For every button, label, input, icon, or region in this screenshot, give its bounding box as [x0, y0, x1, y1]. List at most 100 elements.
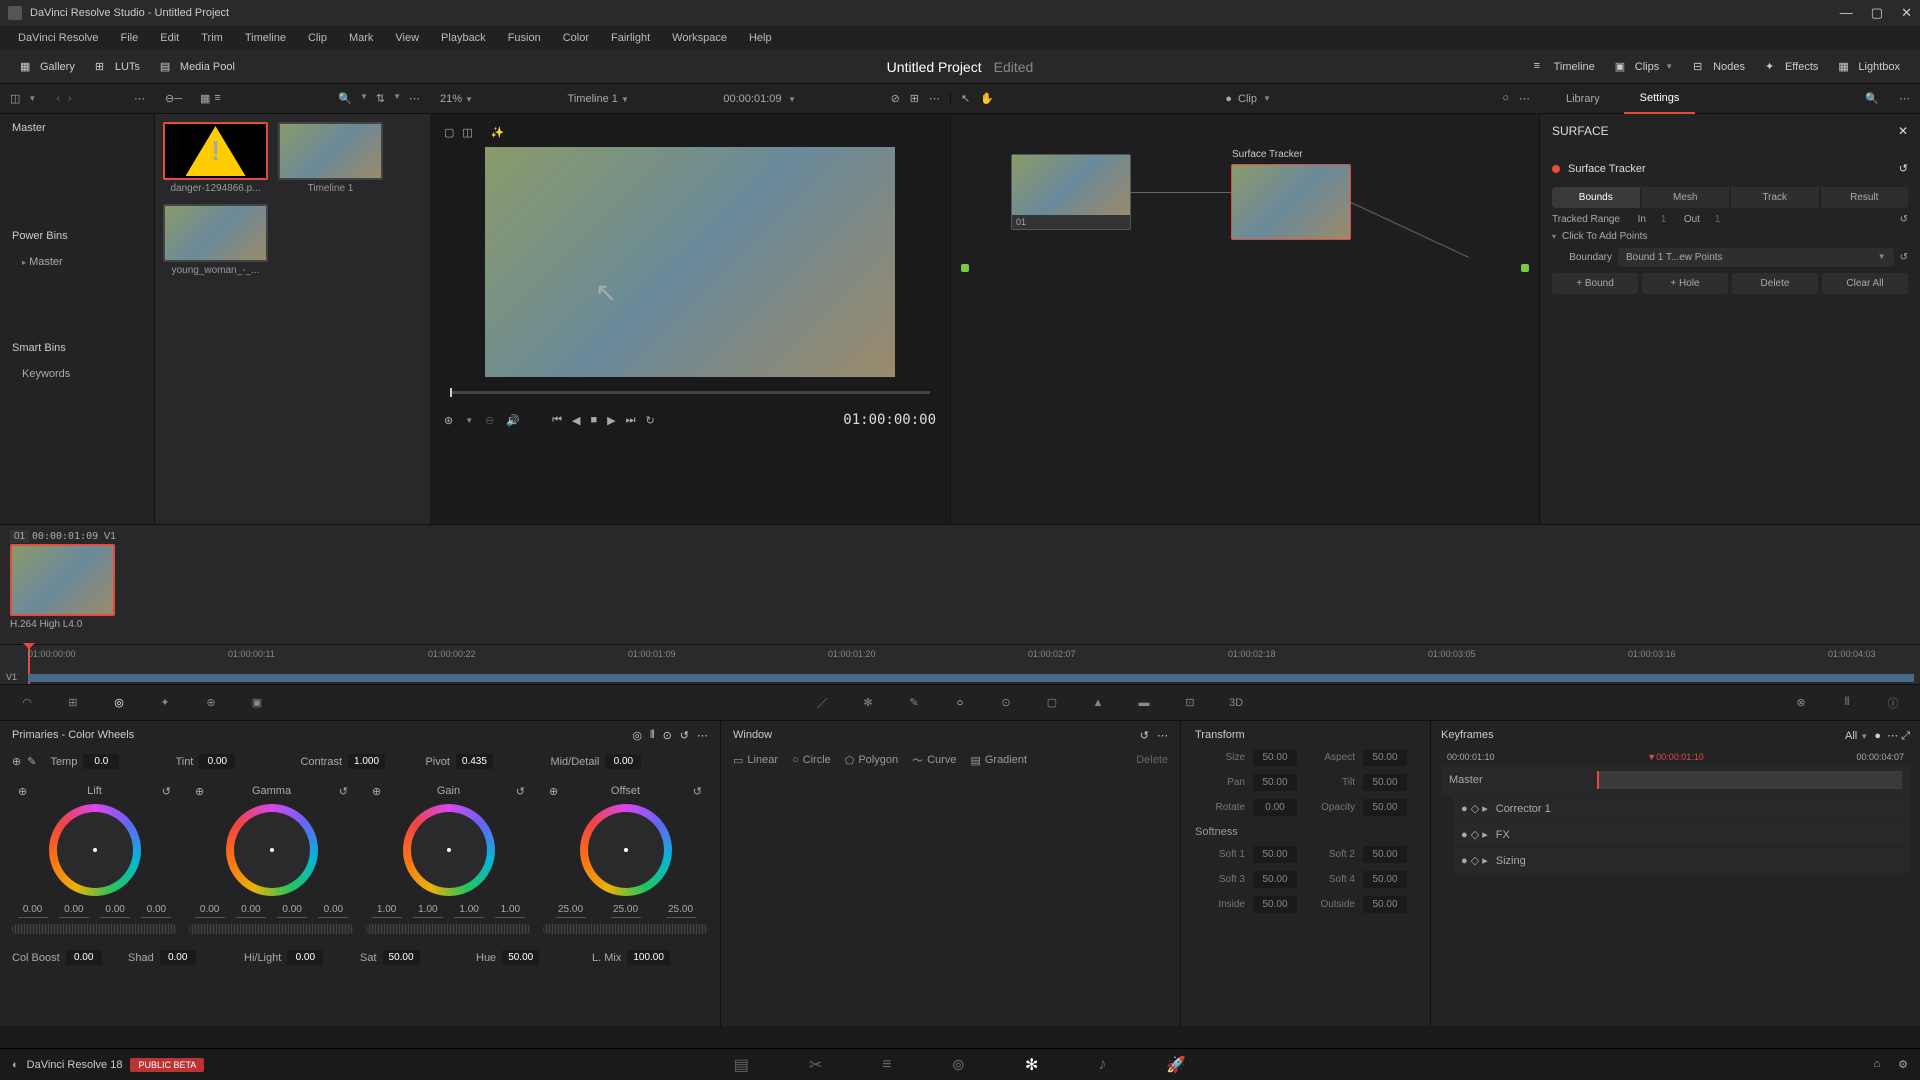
wheel-val[interactable]: 0.00: [141, 904, 171, 918]
warper-icon[interactable]: ✻: [857, 692, 879, 714]
play-icon[interactable]: ▶: [607, 414, 615, 427]
video-track[interactable]: [28, 674, 1914, 682]
color-page[interactable]: ✻: [1025, 1055, 1038, 1075]
soft 3-input[interactable]: 50.00: [1253, 871, 1297, 888]
close-icon[interactable]: ✕: [1898, 124, 1908, 138]
tint-input[interactable]: 0.00: [199, 754, 235, 769]
rotate-input[interactable]: 0.00: [1253, 799, 1297, 816]
reset-icon[interactable]: ↺: [1899, 162, 1908, 175]
nav-back-icon[interactable]: ‹: [56, 93, 60, 105]
menu-fusion[interactable]: Fusion: [498, 29, 551, 47]
reset-icon[interactable]: ↺: [339, 785, 348, 798]
reset-icon[interactable]: ↺: [1900, 214, 1908, 225]
pill-result[interactable]: Result: [1821, 187, 1909, 208]
aspect-input[interactable]: 50.00: [1363, 749, 1407, 766]
inside-input[interactable]: 50.00: [1253, 896, 1297, 913]
wheel-val[interactable]: 1.00: [413, 904, 443, 918]
offset-jog[interactable]: [543, 924, 708, 934]
media-page[interactable]: ▤: [734, 1055, 749, 1075]
info-icon[interactable]: ⓘ: [1882, 692, 1904, 714]
settings-icon[interactable]: ⚙: [1898, 1058, 1908, 1071]
yrgb-icon[interactable]: ⊕: [549, 785, 558, 798]
vectors-icon[interactable]: ⊕: [200, 692, 222, 714]
input-handle[interactable]: [961, 264, 969, 272]
more-icon[interactable]: ⋯: [1157, 729, 1168, 742]
wheel-val[interactable]: 1.00: [495, 904, 525, 918]
kf-sizing[interactable]: ● ◇ ▸Sizing: [1453, 848, 1910, 873]
node-surface-tracker[interactable]: Surface Tracker: [1231, 164, 1351, 240]
edit-page[interactable]: ≡: [882, 1056, 891, 1074]
reset-icon[interactable]: ↺: [680, 729, 689, 742]
menu-help[interactable]: Help: [739, 29, 782, 47]
shape-circle[interactable]: ○Circle: [792, 754, 831, 766]
menu-playback[interactable]: Playback: [431, 29, 496, 47]
log-mode-icon[interactable]: ⊙: [663, 729, 672, 742]
menu-trim[interactable]: Trim: [191, 29, 233, 47]
menu-view[interactable]: View: [385, 29, 429, 47]
temp-input[interactable]: 0.0: [83, 754, 119, 769]
menu-color[interactable]: Color: [553, 29, 599, 47]
yrgb-icon[interactable]: ⊕: [195, 785, 204, 798]
soft 1-input[interactable]: 50.00: [1253, 846, 1297, 863]
colboost-input[interactable]: 0.00: [66, 950, 102, 965]
menu-workspace[interactable]: Workspace: [662, 29, 737, 47]
reset-icon[interactable]: ↺: [1900, 252, 1908, 263]
fx-icon[interactable]: ⊛: [444, 414, 453, 427]
kf-all[interactable]: All: [1845, 730, 1857, 742]
scope-icon[interactable]: ⊗: [1790, 692, 1812, 714]
reset-icon[interactable]: ↺: [162, 785, 171, 798]
gain-wheel[interactable]: [403, 804, 495, 896]
3d-icon[interactable]: 3D: [1225, 692, 1247, 714]
wheel-val[interactable]: 0.00: [318, 904, 348, 918]
kf-fx[interactable]: ● ◇ ▸FX: [1453, 822, 1910, 847]
boundary-select[interactable]: Bound 1 T...ew Points▼: [1618, 248, 1894, 267]
wheel-val[interactable]: 25.00: [556, 904, 586, 918]
first-frame-icon[interactable]: ⏮: [552, 414, 562, 427]
smart-bins-hdr[interactable]: Smart Bins: [0, 334, 154, 362]
sat-input[interactable]: 50.00: [383, 950, 420, 965]
viewer-opt-icon[interactable]: ▢: [444, 126, 454, 139]
blur-icon[interactable]: ▲: [1087, 692, 1109, 714]
wheel-val[interactable]: 25.00: [611, 904, 641, 918]
yrgb-icon[interactable]: ⊕: [372, 785, 381, 798]
more-icon[interactable]: ⋯: [134, 92, 145, 105]
soft 4-input[interactable]: 50.00: [1363, 871, 1407, 888]
node-graph[interactable]: 01 Surface Tracker: [950, 114, 1540, 524]
gamma-wheel[interactable]: [226, 804, 318, 896]
grid-icon[interactable]: ▦: [200, 92, 210, 105]
hue-input[interactable]: 50.00: [502, 950, 539, 965]
last-frame-icon[interactable]: ⏭: [626, 414, 636, 427]
wheel-val[interactable]: 1.00: [372, 904, 402, 918]
menu-edit[interactable]: Edit: [150, 29, 189, 47]
pill-mesh[interactable]: Mesh: [1642, 187, 1730, 208]
timeline-select[interactable]: Timeline 1: [568, 93, 618, 105]
yrgb-icon[interactable]: ⊕: [18, 785, 27, 798]
delete-shape[interactable]: Delete: [1136, 754, 1168, 766]
nav-fwd-icon[interactable]: ›: [68, 93, 72, 105]
menu-timeline[interactable]: Timeline: [235, 29, 296, 47]
hilight-input[interactable]: 0.00: [287, 950, 323, 965]
close-button[interactable]: ✕: [1901, 5, 1912, 21]
pill-track[interactable]: Track: [1731, 187, 1819, 208]
kf-master[interactable]: Master: [1441, 765, 1910, 795]
reset-icon[interactable]: ↺: [516, 785, 525, 798]
viewer-magic-icon[interactable]: ✨: [491, 126, 505, 139]
size-input[interactable]: 50.00: [1253, 749, 1297, 766]
stop-icon[interactable]: ■: [590, 414, 597, 426]
luts-button[interactable]: ⊞LUTs: [85, 55, 150, 79]
mediapool-button[interactable]: ▤Media Pool: [150, 55, 245, 79]
home-icon[interactable]: ⌂: [1873, 1058, 1880, 1071]
click-points-section[interactable]: Click To Add Points: [1562, 231, 1647, 242]
sizing-icon[interactable]: ⊡: [1179, 692, 1201, 714]
wheel-val[interactable]: 0.00: [100, 904, 130, 918]
fairlight-page[interactable]: ♪: [1098, 1056, 1106, 1074]
audio-icon[interactable]: 🔊: [506, 414, 520, 427]
cut-page[interactable]: ✂: [809, 1055, 822, 1075]
menu-mark[interactable]: Mark: [339, 29, 383, 47]
prev-frame-icon[interactable]: ◀: [572, 414, 580, 427]
enabled-dot[interactable]: [1552, 165, 1560, 173]
library-tab[interactable]: Library: [1550, 85, 1616, 113]
pb-master[interactable]: ▸ Master: [0, 250, 154, 274]
more-icon[interactable]: ⋯: [409, 92, 420, 105]
btn-bound[interactable]: + Bound: [1552, 273, 1638, 294]
